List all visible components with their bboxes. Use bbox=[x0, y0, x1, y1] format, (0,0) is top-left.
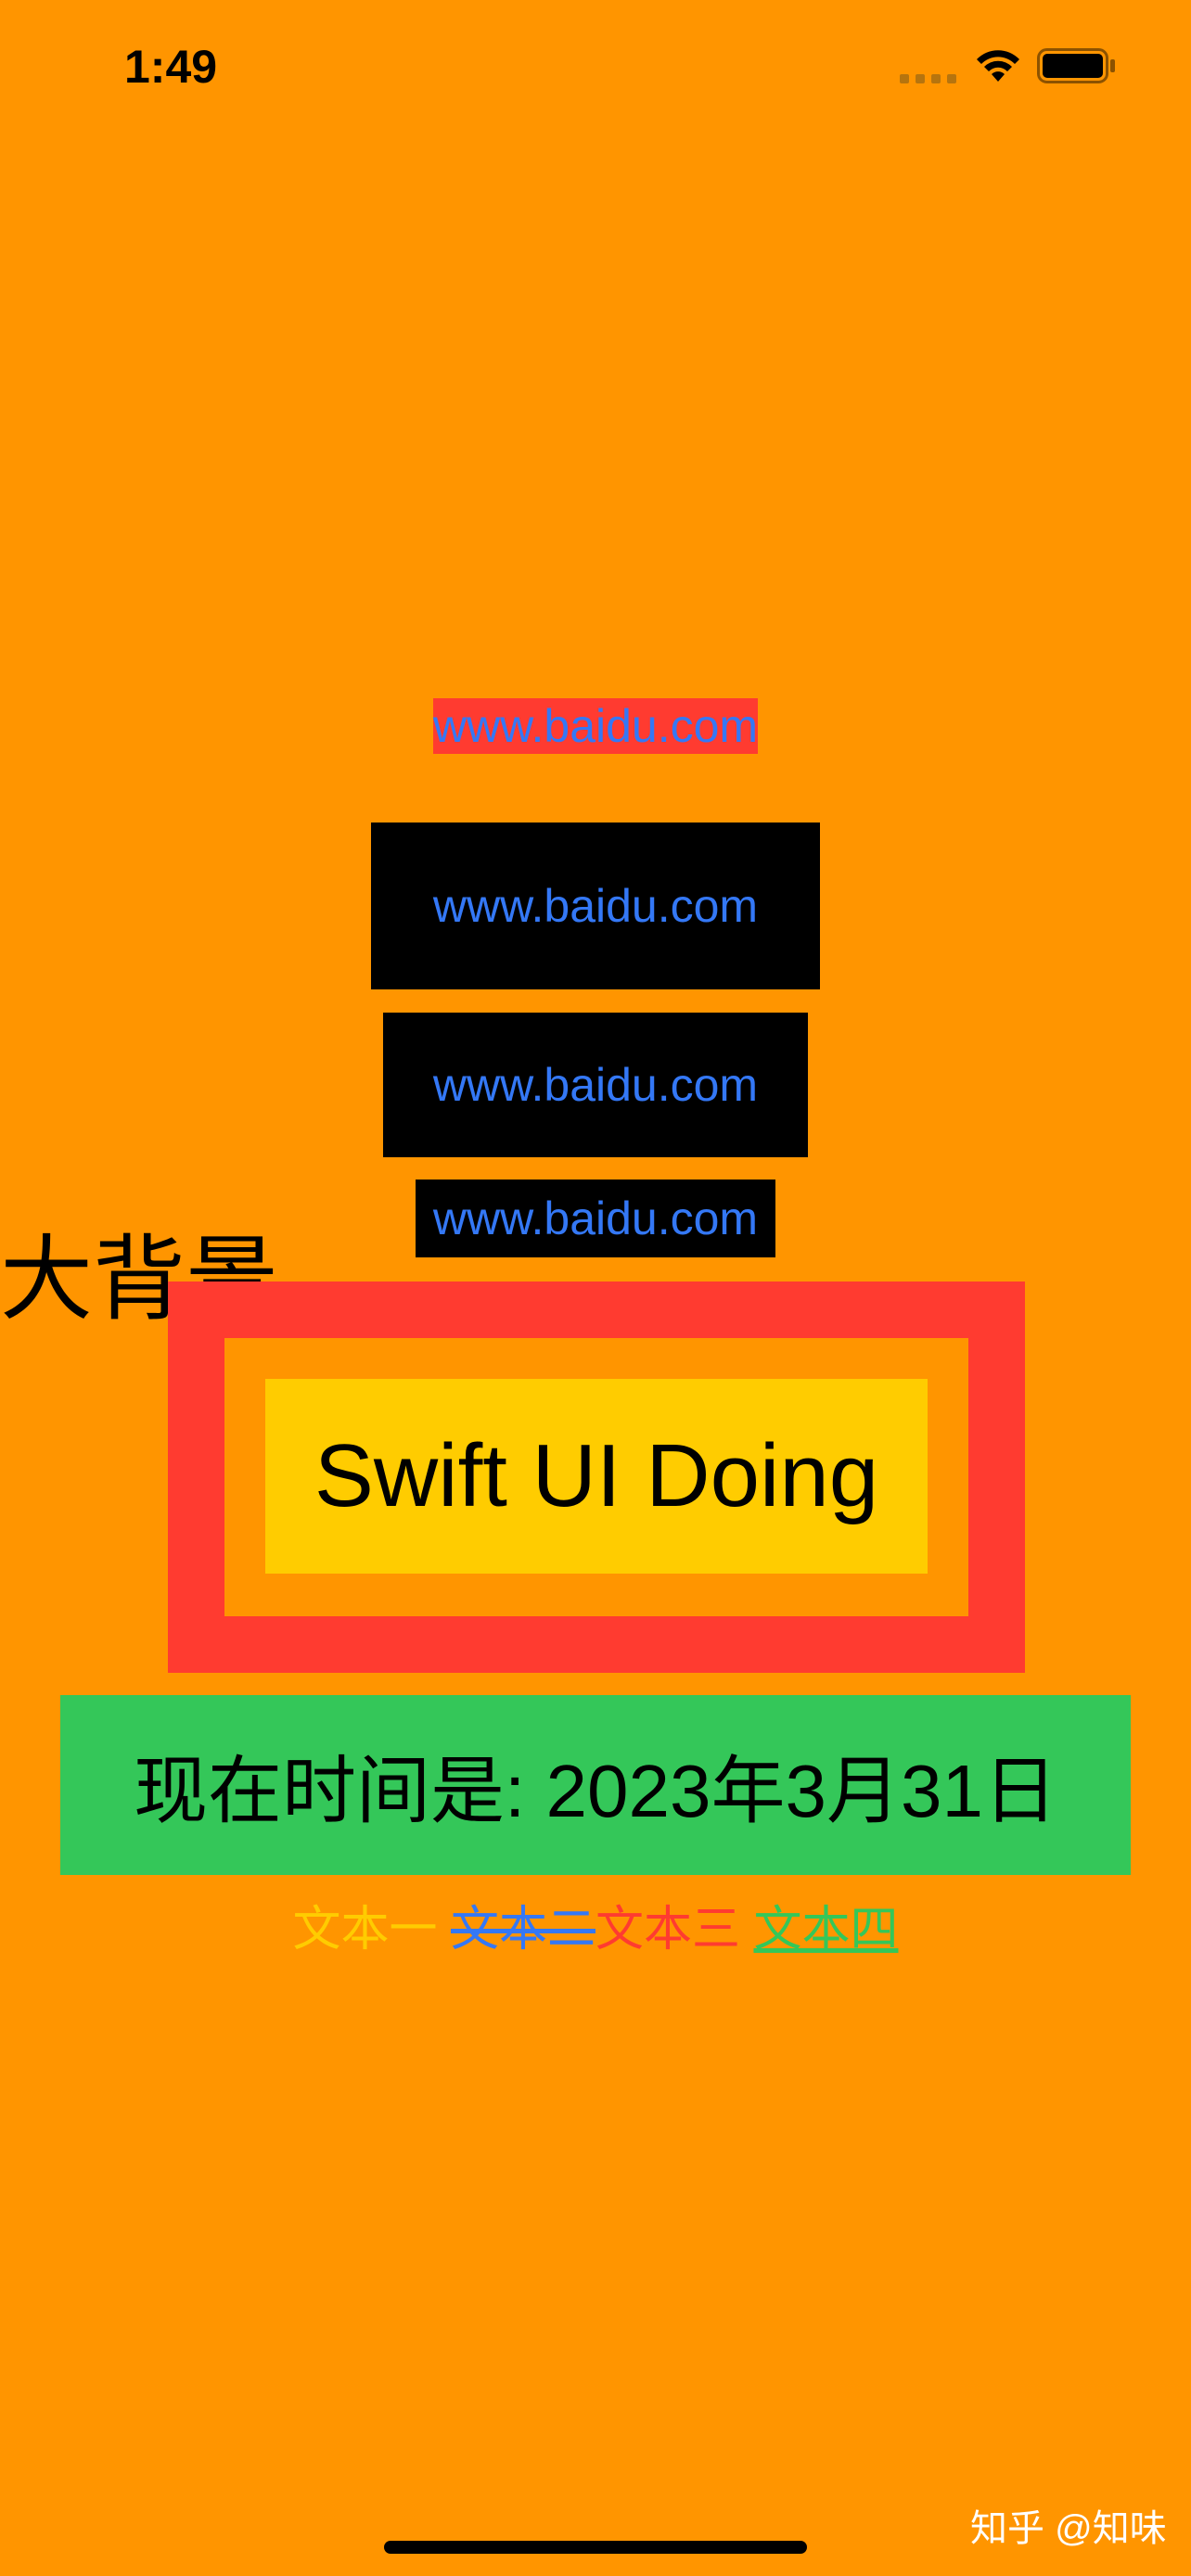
link-baidu-4[interactable]: www.baidu.com bbox=[433, 1192, 758, 1245]
link-box-4[interactable]: www.baidu.com bbox=[416, 1180, 775, 1257]
link-row-1: www.baidu.com bbox=[0, 698, 1191, 754]
status-time: 1:49 bbox=[124, 41, 218, 93]
wifi-icon bbox=[977, 50, 1019, 82]
home-indicator[interactable] bbox=[384, 2541, 807, 2554]
text-two-strikethrough: 文本二 bbox=[450, 1903, 596, 1957]
link-row-3: www.baidu.com bbox=[0, 1013, 1191, 1157]
date-box: 现在时间是: 2023年3月31日 bbox=[60, 1695, 1131, 1875]
text-four-underline: 文本四 bbox=[753, 1903, 899, 1957]
swift-title: Swift UI Doing bbox=[314, 1426, 879, 1525]
link-box-2[interactable]: www.baidu.com bbox=[371, 823, 820, 989]
styled-text-row: 文本一 文本二 文本三 文本四 bbox=[0, 1897, 1191, 1962]
date-text: 现在时间是: 2023年3月31日 bbox=[134, 1750, 1057, 1832]
link-baidu-2[interactable]: www.baidu.com bbox=[433, 879, 758, 933]
signal-icon bbox=[900, 74, 956, 83]
link-row-2: www.baidu.com bbox=[0, 823, 1191, 989]
text-one: 文本一 bbox=[292, 1903, 451, 1957]
watermark: 知乎 @知味 bbox=[970, 2508, 1167, 2549]
swift-middle-box: Swift UI Doing bbox=[224, 1338, 968, 1616]
link-baidu-3[interactable]: www.baidu.com bbox=[433, 1058, 758, 1112]
swift-inner-box: Swift UI Doing bbox=[265, 1379, 928, 1574]
link-baidu-1[interactable]: www.baidu.com bbox=[432, 698, 759, 754]
battery-icon bbox=[1037, 48, 1115, 83]
swift-outer-box: Swift UI Doing bbox=[168, 1282, 1025, 1673]
link-box-3[interactable]: www.baidu.com bbox=[383, 1013, 808, 1157]
text-three: 文本三 bbox=[596, 1903, 754, 1957]
